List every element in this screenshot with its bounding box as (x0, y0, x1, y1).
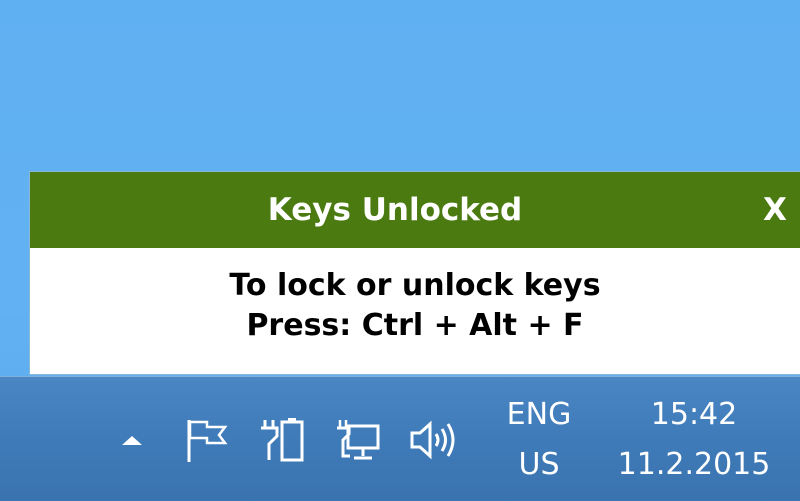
notification-message-line-1: To lock or unlock keys (229, 268, 601, 303)
input-language-indicator[interactable]: ENG US (492, 395, 586, 491)
notification-title: Keys Unlocked (267, 192, 523, 228)
network-icon (337, 420, 380, 460)
flag-icon (187, 420, 228, 462)
network-button[interactable] (330, 415, 386, 465)
notification-message-line-2: Press: Ctrl + Alt + F (246, 308, 584, 343)
taskbar: ENG US 15:42 11.2.2015 (0, 376, 800, 501)
keys-unlocked-notification: Keys Unlocked X To lock or unlock keys P… (30, 172, 800, 374)
volume-button[interactable] (404, 415, 464, 465)
show-hidden-icons-button[interactable] (112, 415, 152, 465)
clock-time: 15:42 (650, 397, 738, 432)
chevron-up-icon (122, 436, 142, 445)
speaker-icon (410, 420, 455, 460)
power-button[interactable] (254, 415, 310, 465)
action-center-button[interactable] (178, 415, 234, 465)
clock-date: 11.2.2015 (617, 447, 771, 482)
power-icon (261, 418, 304, 462)
close-button[interactable]: X (758, 172, 792, 248)
notification-body: To lock or unlock keys Press: Ctrl + Alt… (30, 248, 800, 374)
notification-header: Keys Unlocked X (30, 172, 800, 248)
language-code: ENG (506, 397, 572, 432)
clock[interactable]: 15:42 11.2.2015 (604, 395, 794, 491)
keyboard-layout: US (518, 447, 560, 482)
